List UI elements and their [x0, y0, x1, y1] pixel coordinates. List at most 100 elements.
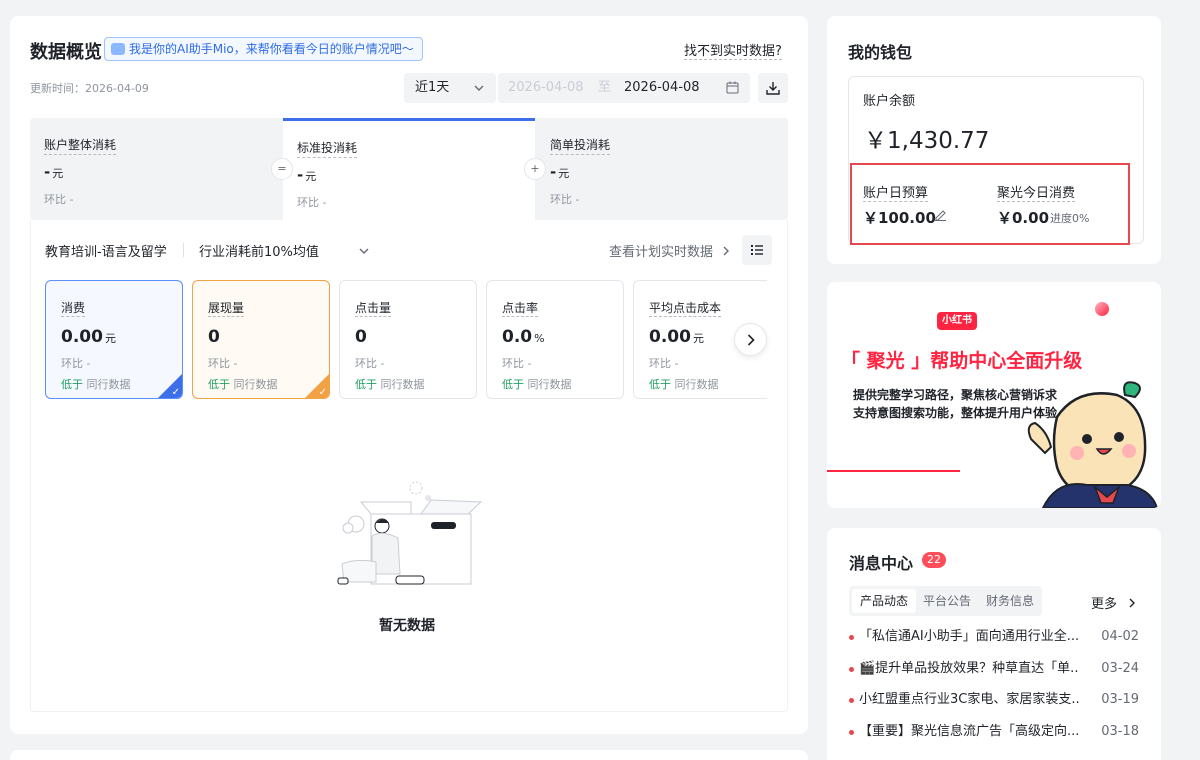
metric-peer: 低于 同行数据: [502, 378, 572, 391]
list-item[interactable]: 🎬提升单品投放效果？种草直达「单... 03-24: [849, 659, 1139, 679]
metric-label: 消费: [61, 301, 86, 317]
mio-assistant-tip[interactable]: 我是你的AI助手Mio，来帮你看看今日的账户情况吧～: [104, 37, 423, 61]
plus-operator: +: [524, 158, 546, 180]
balance-label: 账户余额: [863, 94, 916, 109]
metric-peer: 低于 同行数据: [61, 378, 131, 391]
daily-budget-label: 账户日预算: [863, 182, 929, 202]
tab-finance-info[interactable]: 财务信息: [978, 589, 1042, 613]
metric-card-ctr[interactable]: 点击率 0.0% 环比 - 低于 同行数据: [486, 280, 624, 399]
message-title: 消息中心: [849, 554, 914, 573]
tab-compare: 环比 -: [550, 193, 580, 206]
list-item[interactable]: 小红盟重点行业3C家电、家居家装支... 03-19: [849, 690, 1139, 710]
daily-budget-value: ￥100.00: [863, 209, 936, 227]
date-start[interactable]: 2026-04-08: [508, 73, 584, 103]
chevron-right-icon: [747, 334, 755, 346]
news-date: 03-19: [1101, 692, 1139, 707]
unread-dot: [849, 667, 854, 672]
xiaohongshu-badge: 小红书: [937, 312, 977, 330]
message-tabs: 产品动态 平台公告 财务信息: [849, 586, 1042, 616]
metric-value: 0.0%: [502, 327, 545, 347]
balance-value: ￥1,430.77: [864, 128, 990, 154]
date-end[interactable]: 2026-04-08: [624, 73, 700, 103]
tab-value: -元: [550, 163, 570, 181]
budget-highlight-box: [850, 163, 1130, 245]
metric-compare: 环比 -: [355, 357, 385, 370]
today-consume-label: 聚光今日消费: [997, 182, 1076, 202]
robot-icon: [111, 43, 125, 55]
tab-platform-notice[interactable]: 平台公告: [915, 589, 979, 613]
metric-compare: 环比 -: [208, 357, 238, 370]
metric-card-clicks[interactable]: 点击量 0 环比 - 低于 同行数据: [339, 280, 477, 399]
tab-simple-consume[interactable]: 简单投消耗 -元 环比 -: [536, 118, 788, 220]
tab-compare: 环比 -: [44, 193, 74, 206]
calendar-icon: [726, 81, 739, 94]
tab-value: -元: [297, 166, 317, 184]
metric-value: 0.00 元: [61, 327, 116, 347]
news-date: 03-24: [1101, 661, 1139, 676]
unread-dot: [849, 635, 854, 640]
tab-label: 标准投消耗: [297, 139, 358, 158]
news-date: 04-02: [1101, 629, 1139, 644]
divider: [183, 243, 184, 257]
decor-dot: [1095, 302, 1109, 316]
secondary-card: [10, 750, 808, 760]
tab-account-consume[interactable]: 账户整体消耗 -元 环比 -: [30, 118, 282, 220]
help-center-banner[interactable]: 小红书 「 聚光 」帮助中心全面升级 提供完整学习路径，聚焦核心营销诉求 支持意…: [827, 282, 1161, 508]
metric-card-impressions[interactable]: 展现量 0 环比 - 低于 同行数据 ✓: [192, 280, 330, 399]
benchmark-select[interactable]: 行业消耗前10%均值: [199, 241, 369, 260]
news-title: 「私信通AI小助手」面向通用行业全...: [859, 629, 1079, 644]
period-value: 近1天: [415, 80, 450, 95]
next-metrics-button[interactable]: [734, 323, 767, 356]
selected-check-icon: ✓: [158, 374, 182, 398]
tab-label: 账户整体消耗: [44, 136, 117, 155]
today-consume-value: ￥0.00: [997, 209, 1050, 227]
view-plan-link[interactable]: 查看计划实时数据: [609, 241, 730, 260]
metric-compare: 环比 -: [649, 357, 679, 370]
mio-tip-text: 我是你的AI助手Mio，来帮你看看今日的账户情况吧～: [129, 42, 414, 56]
tab-value: -元: [44, 163, 64, 181]
metric-peer: 低于 同行数据: [355, 378, 425, 391]
chevron-down-icon: [474, 85, 484, 91]
metric-label: 点击量: [355, 301, 392, 317]
metric-label: 点击率: [502, 301, 539, 317]
tab-product-news[interactable]: 产品动态: [852, 589, 917, 613]
chevron-right-icon: [1129, 598, 1136, 608]
progress-text: 进度0%: [1050, 212, 1090, 225]
selected-check-icon: ✓: [305, 374, 329, 398]
news-title: 【重要】聚光信息流广告「高级定向...: [859, 724, 1079, 739]
equals-operator: =: [271, 158, 293, 180]
empty-box-illustration: [337, 481, 483, 585]
list-item[interactable]: 「私信通AI小助手」面向通用行业全... 04-02: [849, 627, 1139, 647]
more-text: 更多: [1091, 597, 1118, 612]
list-settings-icon: [751, 245, 763, 255]
date-range-picker[interactable]: 2026-04-08 至 2026-04-08: [498, 73, 750, 103]
download-button[interactable]: [758, 73, 788, 103]
more-link[interactable]: 更多: [1091, 593, 1136, 612]
consume-tabs: 账户整体消耗 -元 环比 - 标准投消耗 -元 环比 - 简单投消耗 -元 环比…: [30, 118, 788, 220]
benchmark-value: 行业消耗前10%均值: [199, 245, 319, 260]
news-title: 🎬提升单品投放效果？种草直达「单...: [859, 661, 1079, 676]
metric-peer: 低于 同行数据: [208, 378, 278, 391]
period-select[interactable]: 近1天: [404, 73, 496, 103]
no-realtime-link[interactable]: 找不到实时数据?: [684, 40, 782, 60]
unread-dot: [849, 698, 854, 703]
tab-standard-consume[interactable]: 标准投消耗 -元 环比 -: [283, 118, 535, 220]
date-separator: 至: [598, 80, 612, 95]
industry-label: 教育培训-语言及留学: [45, 245, 167, 260]
metric-card-spend[interactable]: 消费 0.00 元 环比 - 低于 同行数据 ✓: [45, 280, 183, 399]
metric-value: 0: [355, 327, 367, 347]
list-item[interactable]: 【重要】聚光信息流广告「高级定向... 03-18: [849, 722, 1139, 742]
unread-dot: [849, 730, 854, 735]
banner-headline: 「 聚光 」帮助中心全面升级: [841, 350, 1083, 372]
metric-label: 展现量: [208, 301, 245, 317]
tab-label: 简单投消耗: [550, 136, 611, 155]
chevron-down-icon: [359, 248, 369, 254]
update-time: 更新时间：2026-04-09: [30, 82, 149, 95]
view-plan-text: 查看计划实时数据: [609, 245, 714, 260]
tab-compare: 环比 -: [297, 196, 327, 209]
wallet-title: 我的钱包: [848, 43, 913, 62]
chevron-right-icon: [723, 246, 730, 256]
news-date: 03-18: [1101, 724, 1139, 739]
edit-pencil-icon[interactable]: [934, 208, 947, 221]
list-settings-button[interactable]: [742, 235, 772, 265]
